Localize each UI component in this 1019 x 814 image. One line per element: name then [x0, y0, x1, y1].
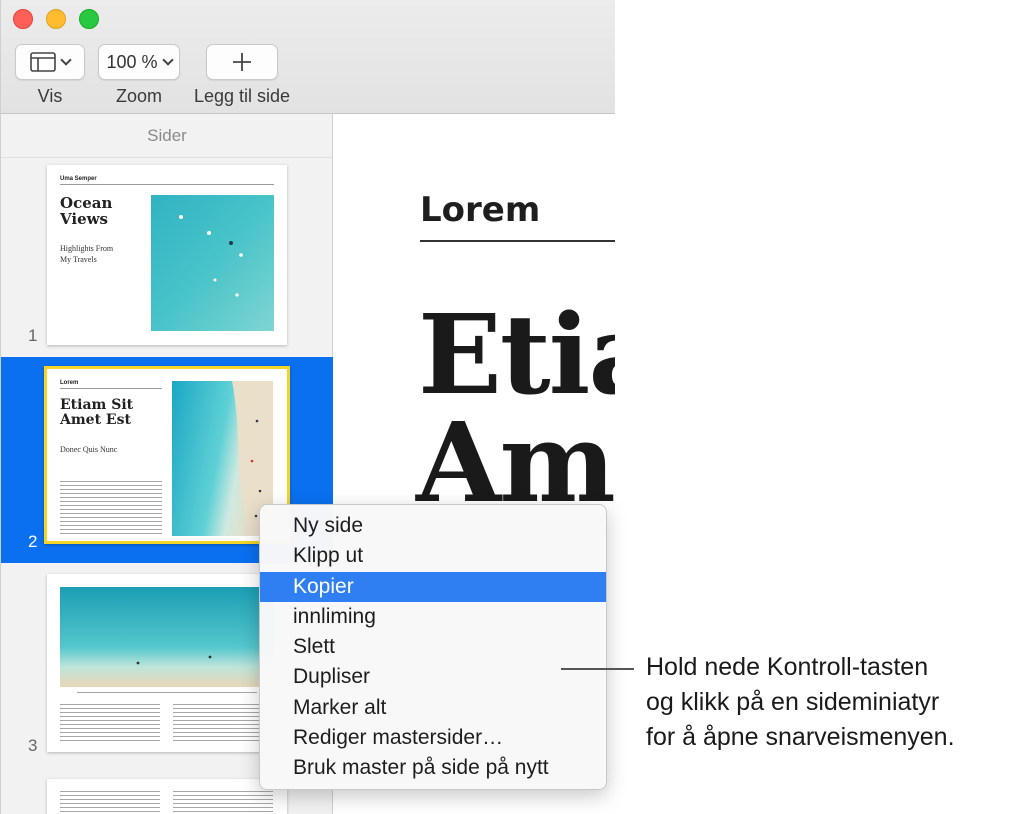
page-thumbnail-1[interactable]: Uma Semper Ocean Views Highlights From M…	[47, 165, 287, 345]
chevron-down-icon	[60, 54, 72, 66]
thumb-body-text	[60, 481, 162, 535]
toolbar: Vis 100 % Zoom Legg til side	[1, 0, 615, 114]
chevron-down-icon	[161, 54, 174, 66]
callout-leader-line	[561, 668, 634, 670]
add-page-label: Legg til side	[193, 86, 291, 106]
thumb-caption	[77, 692, 257, 695]
thumb-subtitle: Donec Quis Nunc	[60, 445, 118, 454]
minimize-window-button[interactable]	[46, 9, 66, 29]
thumb-kicker: Uma Semper	[60, 176, 97, 182]
thumb-rule	[60, 388, 162, 389]
page-number-3: 3	[28, 736, 38, 755]
add-page-button[interactable]	[206, 44, 278, 80]
ocean-photo	[151, 195, 274, 331]
menu-item-duplicate[interactable]: Dupliser	[260, 662, 606, 692]
plus-icon	[233, 53, 251, 71]
thumb-body-text	[173, 791, 273, 814]
menu-item-new-page[interactable]: Ny side	[260, 511, 606, 541]
thumb-title: Etiam Sit Amet Est	[60, 397, 134, 428]
beach-photo	[172, 381, 273, 536]
page-thumbnail-3[interactable]	[47, 574, 287, 752]
view-label: Vis	[37, 86, 63, 106]
thumb-body-text	[60, 704, 160, 744]
menu-item-edit-master-pages[interactable]: Rediger mastersider…	[260, 723, 606, 753]
context-menu: Ny side Klipp ut Kopier innliming Slett …	[259, 504, 607, 790]
menu-item-copy[interactable]: Kopier	[260, 571, 606, 602]
menu-item-select-all[interactable]: Marker alt	[260, 693, 606, 723]
zoom-button[interactable]: 100 %	[98, 44, 180, 80]
thumb-body-text	[173, 704, 273, 744]
thumb-body-text	[60, 791, 160, 814]
sidebar-view-icon	[30, 52, 56, 72]
menu-item-paste[interactable]: innliming	[260, 602, 606, 632]
page-thumbnail-4[interactable]	[47, 779, 287, 814]
page-number-1: 1	[28, 326, 38, 345]
zoom-window-button[interactable]	[79, 9, 99, 29]
page-number-2: 2	[28, 532, 38, 551]
menu-item-delete[interactable]: Slett	[260, 632, 606, 662]
callout-text: Hold nede Kontroll-tasten og klikk på en…	[646, 653, 955, 751]
document-rule	[420, 240, 615, 242]
menu-item-reapply-master[interactable]: Bruk master på side på nytt	[260, 753, 606, 783]
document-heading: Lorem	[420, 190, 541, 230]
zoom-value: 100 %	[106, 51, 158, 72]
view-button[interactable]	[15, 44, 85, 80]
zoom-label: Zoom	[115, 86, 162, 106]
close-window-button[interactable]	[13, 9, 33, 29]
thumb-title: Ocean Views	[60, 194, 113, 228]
thumb-rule	[60, 184, 274, 185]
thumb-subtitle: Highlights From My Travels	[60, 244, 114, 264]
menu-item-cut[interactable]: Klipp ut	[260, 541, 606, 571]
sidebar-title: Sider	[1, 114, 333, 158]
shoreline-photo	[60, 587, 274, 687]
thumb-kicker: Lorem	[60, 380, 79, 386]
page-thumbnail-2[interactable]: Lorem Etiam Sit Amet Est Donec Quis Nunc	[44, 366, 290, 544]
